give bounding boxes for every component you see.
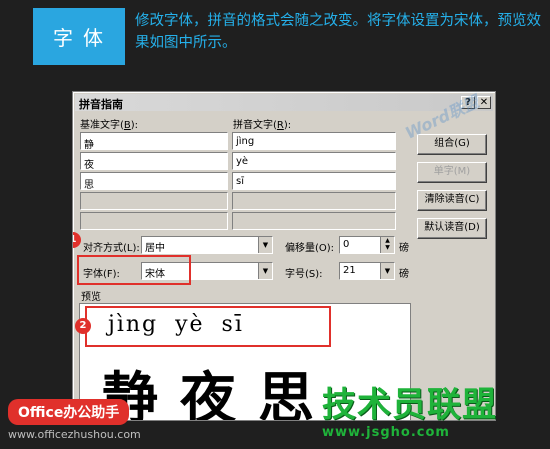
default-reading-button[interactable]: 默认读音(D) [417, 218, 487, 239]
offset-value: 0 [343, 239, 350, 250]
base-text-field-5 [80, 212, 228, 230]
instruction-text: 修改字体，拼音的格式会随之改变。将字体设置为宋体，预览效果如图中所示。 [135, 13, 541, 51]
spin-arrows-icon[interactable]: ▲ ▼ [380, 237, 394, 253]
chevron-down-icon[interactable]: ▼ [380, 263, 394, 279]
pinyin-text-field-2[interactable]: yè [232, 152, 396, 170]
chevron-down-icon[interactable]: ▼ [258, 263, 272, 279]
align-value: 居中 [145, 243, 165, 254]
base-text-field-3[interactable]: 思 [80, 172, 228, 190]
brand-url: www.jsgho.com [322, 425, 450, 440]
base-text-label: 基准文字(B): [80, 120, 139, 131]
pinyin-text-label: 拼音文字(R): [233, 120, 292, 131]
size-unit: 磅 [399, 269, 409, 280]
pinyin-text-field-4 [232, 192, 396, 210]
preview-label: 预览 [81, 292, 101, 303]
preview-hanzi: 静夜思 [102, 366, 336, 421]
align-label: 对齐方式(L): [83, 243, 140, 254]
office-assistant-badge: Office办公助手 [8, 399, 130, 425]
align-select[interactable]: 居中 ▼ [141, 236, 273, 254]
offset-spinner[interactable]: 0 ▲ ▼ [339, 236, 395, 254]
size-label: 字号(S): [285, 269, 323, 280]
base-text-field-4 [80, 192, 228, 210]
pinyin-text-field-1[interactable]: jìng [232, 132, 396, 150]
dialog-title: 拼音指南 [79, 98, 123, 111]
size-select[interactable]: 21 ▼ [339, 262, 395, 280]
office-url: www.officezhushou.com [8, 428, 141, 441]
offset-label: 偏移量(O): [285, 243, 335, 254]
size-value: 21 [343, 265, 356, 276]
base-text-field-1[interactable]: 静 [80, 132, 228, 150]
pinyin-text-field-5 [232, 212, 396, 230]
pinyin-guide-dialog: 拼音指南 ? ✕ 基准文字(B): 拼音文字(R): 静 jìng 夜 yè 思… [72, 91, 496, 421]
section-tag: 字体 [33, 8, 125, 65]
base-text-field-2[interactable]: 夜 [80, 152, 228, 170]
clear-reading-button[interactable]: 清除读音(C) [417, 190, 487, 211]
offset-unit: 磅 [399, 243, 409, 254]
step-badge-2: 2 [75, 318, 91, 334]
single-char-button[interactable]: 单字(M) [417, 162, 487, 183]
brand-logo-text: 技术员联盟 [322, 385, 497, 425]
chevron-down-icon[interactable]: ▼ [258, 237, 272, 253]
pinyin-highlight-box [85, 306, 331, 347]
step-badge-1: 1 [73, 232, 81, 248]
font-highlight-box [77, 255, 191, 285]
combine-button[interactable]: 组合(G) [417, 134, 487, 155]
pinyin-text-field-3[interactable]: sī [232, 172, 396, 190]
